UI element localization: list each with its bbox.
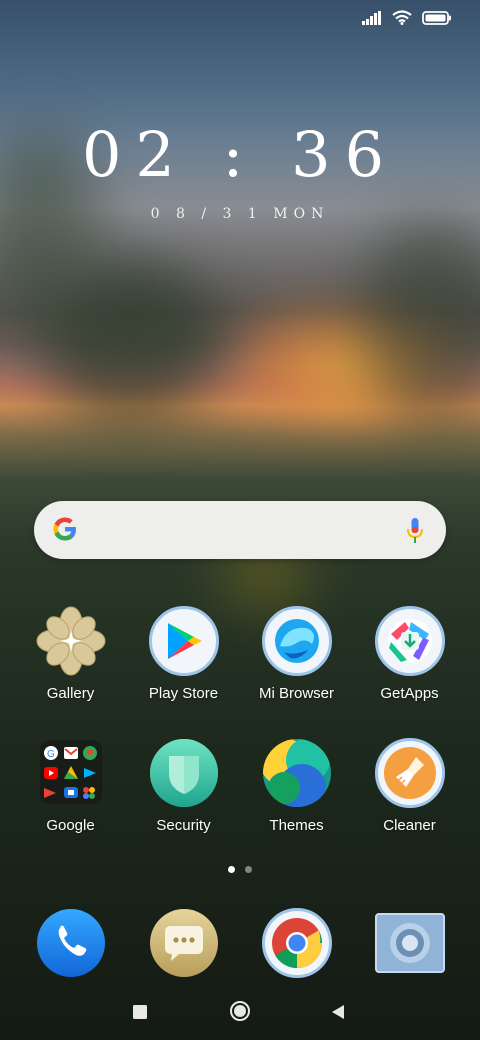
app-label: GetApps <box>380 685 439 702</box>
security-icon <box>149 738 219 808</box>
app-label: Cleaner <box>383 817 436 834</box>
getapps-icon <box>374 606 445 676</box>
dock-chrome[interactable] <box>240 908 353 978</box>
clock-date: 0 8 / 3 1 MON <box>150 206 330 222</box>
app-label: Mi Browser <box>258 685 334 702</box>
app-mi-browser[interactable]: Mi Browser <box>240 606 353 702</box>
app-label: Themes <box>269 817 324 834</box>
mi-browser-icon <box>261 606 332 676</box>
app-label: Google <box>46 817 95 834</box>
wifi-icon <box>392 10 412 25</box>
themes-icon <box>262 738 332 808</box>
google-g-icon <box>53 517 76 541</box>
app-label: Security <box>156 817 211 834</box>
battery-icon <box>422 10 451 25</box>
dock-camera[interactable] <box>353 908 466 978</box>
app-themes[interactable]: Themes <box>240 738 353 834</box>
cleaner-icon <box>374 738 445 808</box>
app-getapps[interactable]: GetApps <box>353 606 466 702</box>
play-store-icon <box>148 606 219 676</box>
home-button[interactable] <box>229 1000 251 1022</box>
clock-time[interactable]: 02 : 36 <box>0 118 480 191</box>
camera-icon <box>374 908 445 978</box>
dock-phone[interactable] <box>14 908 127 978</box>
page-dot-active[interactable] <box>228 866 235 873</box>
recents-button[interactable] <box>132 1004 148 1020</box>
app-label: Play Store <box>148 685 219 702</box>
dock-messages[interactable] <box>127 908 240 978</box>
app-cleaner[interactable]: Cleaner <box>353 738 466 834</box>
phone-icon <box>36 908 106 978</box>
back-button[interactable] <box>331 1004 345 1020</box>
svg-text:G: G <box>47 749 55 760</box>
messages-icon <box>149 908 219 978</box>
status-bar <box>362 10 452 25</box>
google-folder-icon: G <box>36 738 106 808</box>
signal-icon <box>362 10 381 25</box>
chrome-icon <box>261 908 332 978</box>
app-label: Gallery <box>46 685 95 702</box>
page-indicator <box>0 866 480 873</box>
google-search-bar[interactable] <box>34 501 446 559</box>
page-dot[interactable] <box>245 866 252 873</box>
app-google-folder[interactable]: G Google <box>14 738 127 834</box>
app-play-store[interactable]: Play Store <box>127 606 240 702</box>
navigation-bar <box>0 996 480 1026</box>
app-security[interactable]: Security <box>127 738 240 834</box>
app-gallery[interactable]: Gallery <box>14 606 127 702</box>
gallery-icon <box>36 606 106 676</box>
mic-icon[interactable] <box>406 517 424 545</box>
